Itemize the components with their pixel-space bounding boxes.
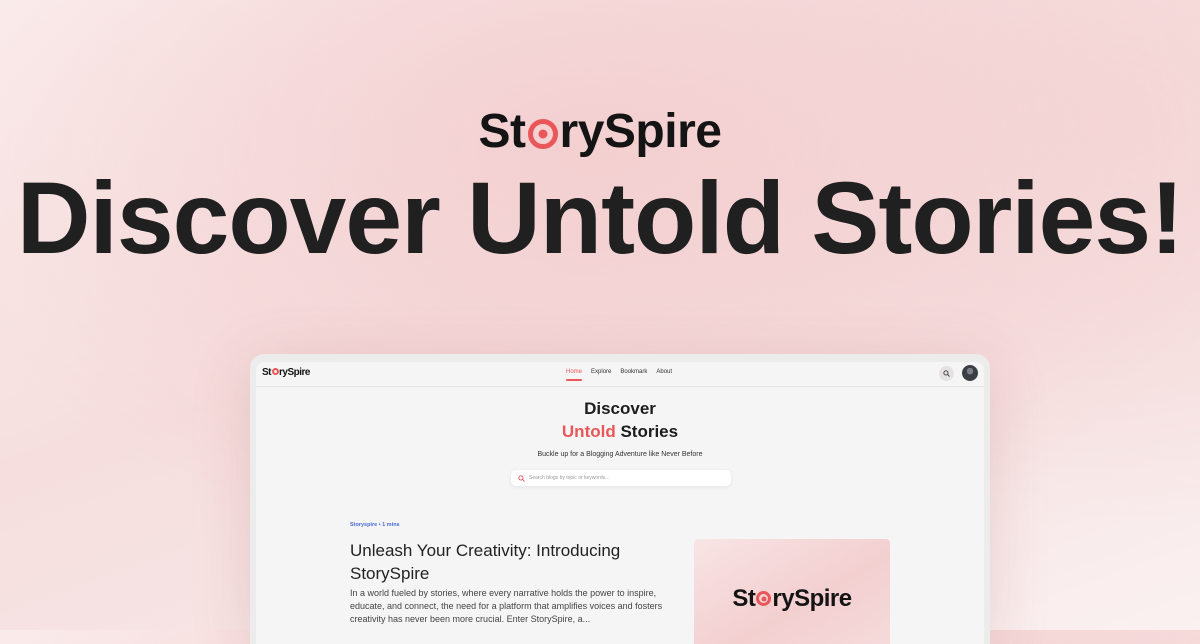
nav-link-explore[interactable]: Explore bbox=[591, 369, 611, 375]
thumb-brand-prefix: St bbox=[732, 585, 756, 612]
app-hero-accent: Untold bbox=[561, 422, 616, 441]
nav-brand-wordmark: St rySpire bbox=[262, 367, 310, 378]
hero-headline: Discover Untold Stories! bbox=[16, 161, 1184, 275]
nav-link-home[interactable]: Home bbox=[566, 369, 583, 381]
nav-brand-prefix: St bbox=[262, 367, 272, 378]
app-hero-line2: Untold Stories bbox=[256, 420, 984, 443]
brand-text-suffix: rySpire bbox=[559, 105, 722, 158]
nav-link-bookmark[interactable]: Bookmark bbox=[620, 369, 647, 375]
app-navbar: St rySpire Home Explore Bookmark About bbox=[256, 362, 984, 387]
brand-text-prefix: St bbox=[478, 105, 527, 158]
logo-o-mark-icon bbox=[527, 119, 558, 149]
nav-logo-o-mark-icon bbox=[271, 368, 279, 375]
blog-search-input[interactable]: Search blogs by topic or keywords... bbox=[511, 470, 731, 486]
nav-logo[interactable]: St rySpire bbox=[262, 367, 310, 378]
nav-links: Home Explore Bookmark About bbox=[566, 369, 672, 381]
post-thumbnail[interactable]: St rySpire bbox=[694, 539, 890, 644]
browser-mockup: St rySpire Home Explore Bookmark About Di… bbox=[250, 354, 990, 644]
app-hero-line1: Discover bbox=[584, 399, 656, 418]
hero-logo: St rySpire bbox=[0, 104, 1200, 159]
nav-link-about[interactable]: About bbox=[656, 369, 672, 375]
app-hero-line2-rest: Stories bbox=[615, 422, 679, 441]
nav-search-button[interactable] bbox=[939, 366, 954, 381]
app-hero-title: Discover Untold Stories bbox=[256, 397, 984, 443]
user-avatar[interactable] bbox=[962, 365, 978, 381]
nav-brand-suffix: rySpire bbox=[279, 367, 310, 378]
post-excerpt: In a world fueled by stories, where ever… bbox=[350, 588, 663, 624]
search-icon bbox=[518, 474, 525, 482]
blog-search-placeholder: Search blogs by topic or keywords... bbox=[529, 475, 610, 481]
post-meta: Storyspire • 1 mins bbox=[350, 522, 400, 528]
post-title[interactable]: Unleash Your Creativity: Introducing Sto… bbox=[350, 539, 690, 585]
app-hero-subtitle: Buckle up for a Blogging Adventure like … bbox=[537, 451, 703, 458]
search-icon bbox=[943, 370, 950, 377]
thumb-logo-o-mark-icon bbox=[756, 591, 772, 606]
thumbnail-logo: St rySpire bbox=[732, 585, 852, 613]
brand-wordmark: St rySpire bbox=[479, 104, 722, 159]
app-screen: St rySpire Home Explore Bookmark About Di… bbox=[256, 362, 984, 644]
thumb-brand-suffix: rySpire bbox=[772, 585, 852, 612]
